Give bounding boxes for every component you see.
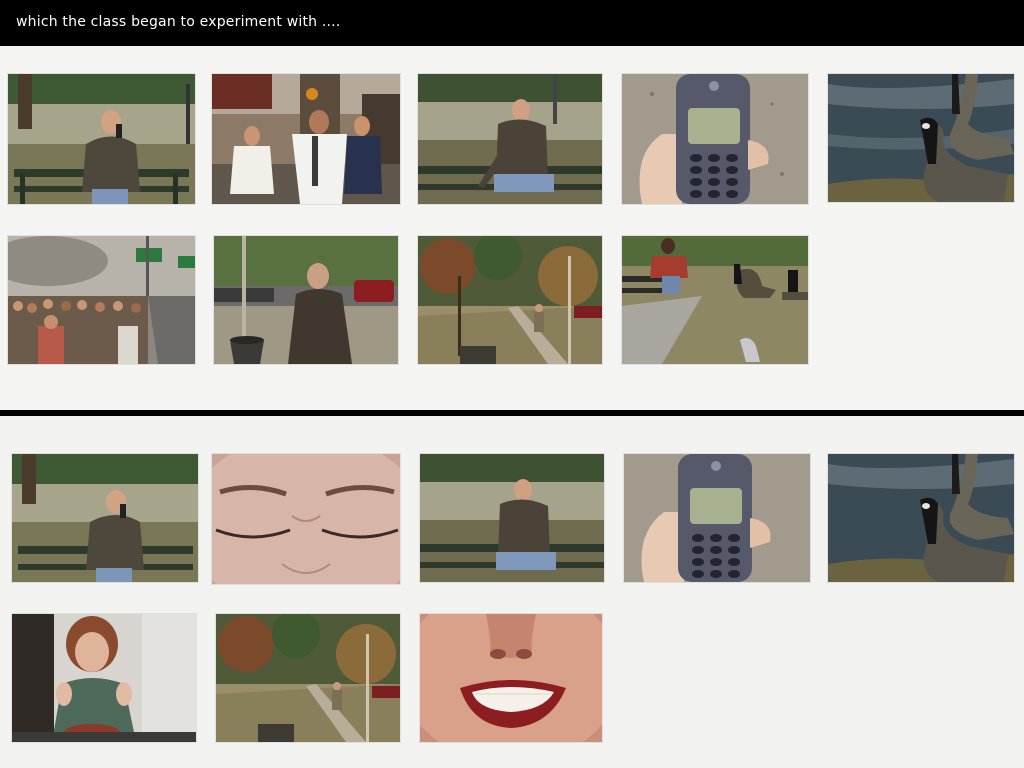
storyboard-frame-trash-can [214,236,398,364]
storyboard-frame-cellphone-2 [624,454,810,582]
storyboard-frame-park-phone [8,74,195,204]
storyboard-frame-geese [828,74,1014,202]
storyboard-frame-cellphone [622,74,808,204]
storyboard-frame-men-running [212,74,400,204]
storyboard-frame-woman-laughing [12,614,196,742]
storyboard-frame-smile-closeup [420,614,602,742]
storyboard-frame-park-phone-2 [12,454,198,582]
title-bar: which the class began to experiment with… [0,0,1024,46]
storyboard-frame-bench-reach-2 [420,454,604,582]
storyboard-frame-eyes-closeup [212,454,400,584]
storyboard-frame-autumn-walk [418,236,602,364]
storyboard-frame-autumn-walk-2 [216,614,400,742]
slide-title: which the class began to experiment with… [16,14,341,30]
storyboard-frame-feeding-geese [622,236,808,364]
storyboard-frame-bench-reach [418,74,602,204]
storyboard-frame-crowd-smoke [8,236,195,364]
storyboard-frame-geese-2 [828,454,1014,582]
slide: which the class began to experiment with… [0,0,1024,768]
